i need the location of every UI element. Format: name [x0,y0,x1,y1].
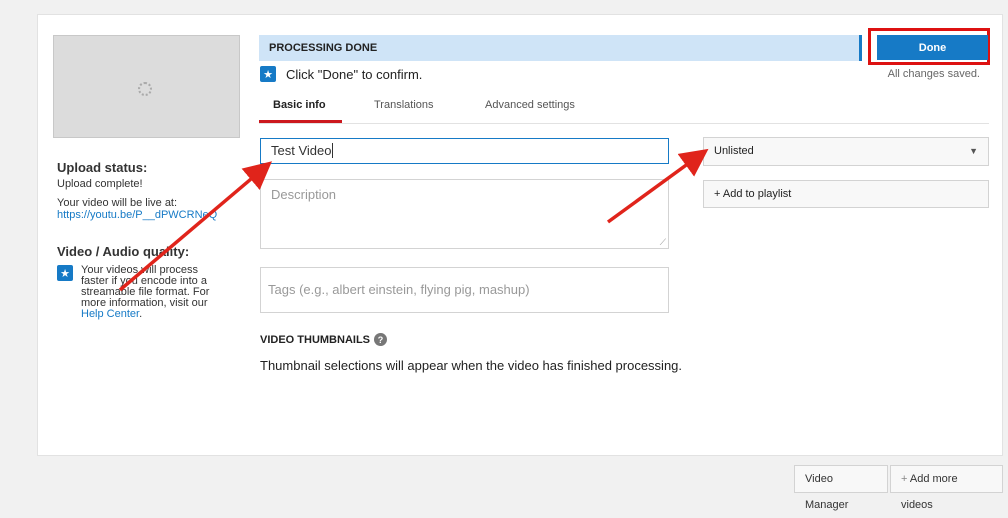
chevron-down-icon: ▼ [969,146,978,156]
processing-status-bar: PROCESSING DONE [259,35,862,61]
resize-handle-icon[interactable]: ⟋ [660,237,666,248]
quality-text-block: Your videos will process faster if you e… [81,265,211,320]
star-icon: ★ [260,66,276,82]
description-placeholder: Description [271,187,337,202]
active-tab-underline [259,120,342,123]
thumbnails-note: Thumbnail selections will appear when th… [260,358,683,373]
tab-basic-info[interactable]: Basic info [273,99,326,111]
add-more-videos-button[interactable]: + Add more videos [890,465,1003,511]
thumbnails-heading-row: VIDEO THUMBNAILS ? [260,333,387,346]
star-icon: ★ [57,265,73,281]
title-input[interactable]: Test Video [260,138,669,164]
tab-translations[interactable]: Translations [374,99,434,111]
tab-advanced-settings[interactable]: Advanced settings [485,99,575,111]
done-button[interactable]: Done [877,35,988,60]
tags-input[interactable]: Tags (e.g., albert einstein, flying pig,… [260,267,669,313]
tab-bar: Basic info Translations Advanced setting… [259,93,989,124]
confirm-text: Click "Done" to confirm. [286,66,423,82]
thumbnails-heading: VIDEO THUMBNAILS [260,333,370,346]
upload-complete-text: Upload complete! [57,178,143,190]
privacy-select[interactable]: Unlisted ▼ [703,137,989,166]
quality-heading: Video / Audio quality: [57,244,190,259]
quality-text: Your videos will process faster if you e… [81,264,210,309]
quality-text-suffix: . [139,308,143,320]
add-to-playlist-button[interactable]: + Add to playlist [703,180,989,208]
privacy-selected-value: Unlisted [714,145,754,157]
quality-section: Video / Audio quality: ★ Your videos wil… [57,244,242,320]
title-value: Test Video [271,143,332,158]
description-textarea[interactable]: Description ⟋ [260,179,669,249]
help-icon[interactable]: ? [374,333,387,346]
loading-spinner-icon [138,82,152,96]
video-manager-button[interactable]: Video Manager [794,465,888,511]
help-center-link[interactable]: Help Center [81,308,139,320]
confirm-message: ★ Click "Done" to confirm. [260,66,422,82]
upload-status-section: Upload status: Upload complete! Your vid… [57,160,242,221]
saved-status: All changes saved. [887,68,980,80]
live-at-text: Your video will be live at: [57,197,178,209]
upload-status-heading: Upload status: [57,160,148,175]
tags-placeholder: Tags (e.g., albert einstein, flying pig,… [268,282,530,297]
plus-icon: + [901,473,908,485]
video-url-link[interactable]: https://youtu.be/P__dPWCRNeQ [57,209,217,221]
add-more-label: Add more videos [901,473,958,511]
